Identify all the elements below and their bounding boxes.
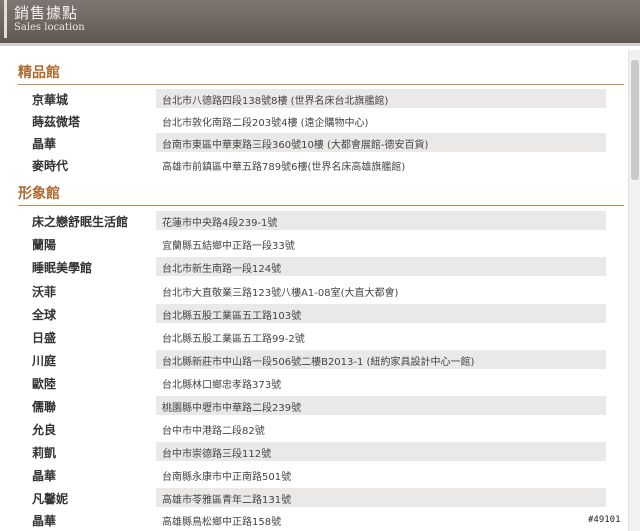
store-address: 台南縣永康市中正南路501號 (162, 472, 292, 483)
store-address: 高雄縣鳥松鄉中正路158號 (162, 517, 282, 528)
store-name: 晶華 (32, 137, 57, 151)
store-address: 台北市敦化南路二段203號4樓 (遠企購物中心) (162, 118, 369, 129)
store-address: 台南市東區中華東路三段360號10樓 (大都會展館-德安百貨) (162, 140, 429, 151)
store-address: 台北縣五股工業區五工路103號 (162, 311, 302, 322)
store-address: 高雄市苓雅區青年二路131號 (162, 495, 292, 506)
store-name: 晶華 (32, 514, 57, 528)
list-item: 床之戀舒眠生活館 花蓮市中央路4段239-1號 (24, 210, 606, 232)
section-title-boutique: 精品館 (18, 65, 60, 81)
store-name: 允良 (32, 423, 57, 437)
store-address: 台北縣新莊市中山路一段506號二樓B2013-1 (紐約家具設計中心一館) (162, 357, 475, 368)
list-item: 川庭 台北縣新莊市中山路一段506號二樓B2013-1 (紐約家具設計中心一館) (24, 349, 606, 371)
header-accent-bar (4, 0, 7, 38)
store-address: 台中市崇德路三段112號 (162, 449, 272, 460)
list-item: 晶華 高雄縣鳥松鄉中正路158號 (24, 509, 606, 531)
page-subtitle: Sales location (14, 22, 85, 33)
list-item: 麥時代 高雄市前鎮區中華五路789號6樓(世界名床高雄旗艦館) (24, 154, 606, 176)
list-item: 日盛 台北縣五股工業區五工路99-2號 (24, 326, 606, 348)
store-address: 宜蘭縣五結鄉中正路一段33號 (162, 241, 295, 252)
page-title: 銷售據點 (14, 4, 79, 22)
store-name: 歐陸 (32, 377, 57, 391)
store-name: 京華城 (32, 93, 69, 107)
store-address: 台中市中港路二段82號 (162, 426, 265, 437)
store-address: 桃園縣中壢市中華路二段239號 (162, 403, 302, 414)
store-name: 麥時代 (32, 159, 69, 173)
list-item: 睡眠美學館 台北市新生南路一段124號 (24, 256, 606, 278)
store-name: 全球 (32, 308, 57, 322)
store-name: 日盛 (32, 331, 57, 345)
list-item: 蘭陽 宜蘭縣五結鄉中正路一段33號 (24, 233, 606, 255)
store-name: 莉凱 (32, 446, 57, 460)
list-item: 儒聯 桃園縣中壢市中華路二段239號 (24, 395, 606, 417)
store-address: 高雄市前鎮區中華五路789號6樓(世界名床高雄旗艦館) (162, 162, 406, 173)
store-name: 儒聯 (32, 400, 57, 414)
list-item: 歐陸 台北縣林口鄉忠孝路373號 (24, 372, 606, 394)
scrollbar-thumb[interactable] (631, 60, 639, 180)
list-item: 允良 台中市中港路二段82號 (24, 418, 606, 440)
store-name: 凡馨妮 (32, 492, 69, 506)
store-address: 台北縣五股工業區五工路99-2號 (162, 334, 305, 345)
list-item: 全球 台北縣五股工業區五工路103號 (24, 303, 606, 325)
store-name: 川庭 (32, 354, 57, 368)
list-item: 沃菲 台北市大直敬業三路123號八樓A1-08室(大直大都會) (24, 280, 606, 302)
store-name: 晶華 (32, 469, 57, 483)
list-item: 凡馨妮 高雄市苓雅區青年二路131號 (24, 487, 606, 509)
store-address: 花蓮市中央路4段239-1號 (162, 218, 278, 229)
store-name: 睡眠美學館 (32, 261, 93, 275)
section-divider (18, 84, 624, 85)
store-address: 台北市大直敬業三路123號八樓A1-08室(大直大都會) (162, 288, 399, 299)
section-divider (18, 205, 624, 206)
store-address: 台北市八德路四段138號8樓 (世界名床台北旗艦館) (162, 96, 389, 107)
store-name: 蘭陽 (32, 238, 57, 252)
image-id-watermark: #49101 (588, 515, 621, 525)
list-item: 莉凱 台中市崇德路三段112號 (24, 441, 606, 463)
vertical-scrollbar[interactable] (628, 50, 640, 531)
list-item: 晶華 台南縣永康市中正南路501號 (24, 464, 606, 486)
store-name: 沃菲 (32, 285, 57, 299)
store-name: 蒔茲微塔 (32, 115, 81, 129)
list-item: 晶華 台南市東區中華東路三段360號10樓 (大都會展館-德安百貨) (24, 132, 606, 154)
page-header: 銷售據點 Sales location (0, 0, 640, 46)
list-item: 蒔茲微塔 台北市敦化南路二段203號4樓 (遠企購物中心) (24, 110, 606, 132)
store-address: 台北縣林口鄉忠孝路373號 (162, 380, 282, 391)
section-title-image: 形象館 (18, 186, 60, 202)
store-address: 台北市新生南路一段124號 (162, 264, 282, 275)
store-name: 床之戀舒眠生活館 (32, 215, 129, 229)
list-item: 京華城 台北市八德路四段138號8樓 (世界名床台北旗艦館) (24, 88, 606, 110)
